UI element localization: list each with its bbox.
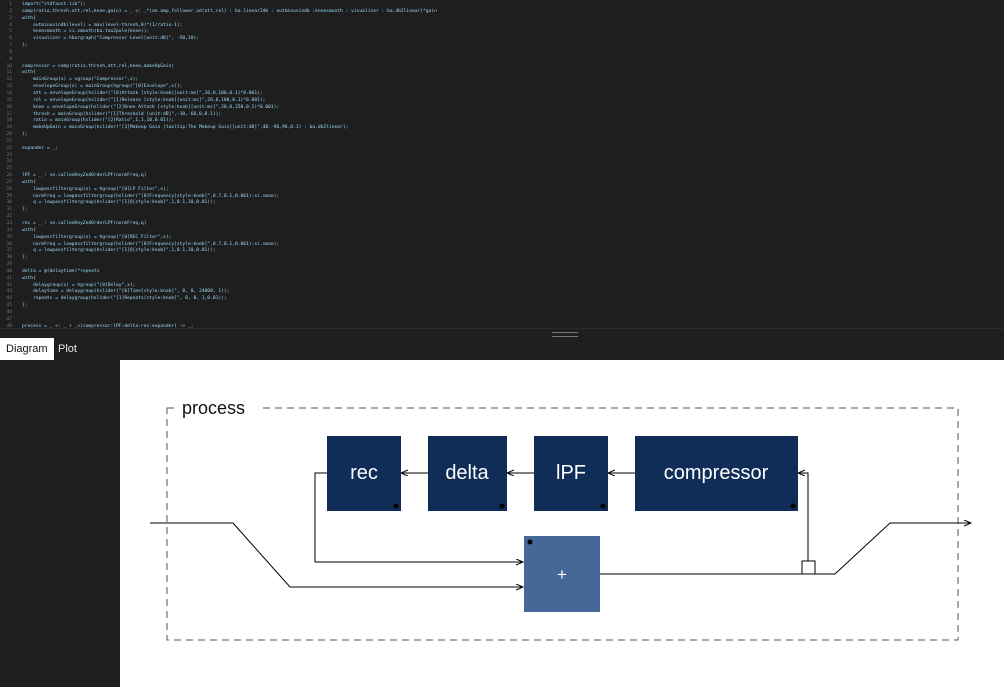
line-number: 7 [9,43,12,49]
line-number: 45 [6,303,12,309]
block-compressor-dot [790,503,796,509]
code-line[interactable] [22,214,1004,221]
code-line[interactable]: outminusindb(level) = max(level-thresh,0… [22,23,1004,30]
line-number: 40 [6,268,12,274]
block-rec: rec [327,436,401,511]
code-line[interactable] [22,153,1004,160]
block-sum: + [524,536,600,612]
code-line[interactable] [22,139,1004,146]
block-rec-label: rec [350,462,378,484]
code-line[interactable]: import("stdfaust.lib"); [22,2,1004,9]
code-line[interactable]: delta = @(delaytime)*repeats [22,269,1004,276]
line-number: 8 [9,49,12,55]
code-line[interactable]: expander = _; [22,146,1004,153]
wire-into-compressor [798,473,809,570]
code-line[interactable]: with{ [22,228,1004,235]
code-line[interactable]: envelopeGroup(x) = mainGroup(hgroup("[0]… [22,84,1004,91]
line-number: 22 [6,145,12,151]
code-content[interactable]: import("stdfaust.lib"); comp(ratio,thresh… [22,2,1004,328]
code-line[interactable]: }; [22,255,1004,262]
code-line[interactable]: with{ [22,70,1004,77]
line-number: 34 [6,227,12,233]
line-number: 21 [6,138,12,144]
block-delta-label: delta [445,462,489,484]
code-line[interactable]: }; [22,132,1004,139]
block-rec-dot [393,503,399,509]
code-line[interactable]: compressor = comp(ratio,thresh,att,rel,k… [22,64,1004,71]
code-line[interactable] [22,317,1004,324]
code-line[interactable] [22,310,1004,317]
code-line[interactable] [22,50,1004,57]
code-line[interactable]: }; [22,43,1004,50]
code-line[interactable]: comp(ratio,thresh,att,rel,knee,gain) = _… [22,9,1004,16]
line-number: 32 [6,214,12,220]
code-line[interactable] [22,159,1004,166]
block-delta: delta [428,436,507,511]
block-sum-label: + [557,565,567,584]
code-line[interactable]: q = lowpassfiltergroup(hslider("[1]Q[sty… [22,200,1004,207]
code-line[interactable]: rel = envelopeGroup(hslider("[1]Release … [22,98,1004,105]
block-lpf-dot [600,503,606,509]
group-label: process [182,398,245,418]
code-line[interactable]: }; [22,207,1004,214]
block-lpf: lPF [534,436,608,511]
block-sum-dot [527,539,533,545]
line-number: 26 [6,173,12,179]
view-tabs: Diagram Plot [0,338,1004,360]
line-number: 20 [6,132,12,138]
code-line[interactable]: with{ [22,180,1004,187]
line-number: 16 [6,104,12,110]
block-delta-dot [499,503,505,509]
line-number: 14 [6,90,12,96]
block-lpf-label: lPF [556,462,586,484]
code-line[interactable]: lowpassfiltergroup(x) = hgroup("[0]REC F… [22,235,1004,242]
line-number: 33 [6,221,12,226]
wire-direct-to-sum [232,522,523,587]
wire-output [600,523,971,575]
code-line[interactable]: repeats = delaygroup(hslider("[1]Repeats… [22,296,1004,303]
code-line[interactable]: visualizer = hbargraph("Compressor Level… [22,36,1004,43]
code-line[interactable]: with{ [22,276,1004,283]
code-editor[interactable]: 1 2 3 4 5 6 7 8 9 10 11 12 13 14 15 16 17 18 19 20 21 22 23 24 2… [0,0,1004,328]
code-line[interactable] [22,57,1004,64]
line-number: 28 [6,186,12,192]
line-number: 46 [6,309,12,315]
line-number: 13 [6,84,12,90]
code-line[interactable] [22,262,1004,269]
code-line[interactable] [22,166,1004,173]
line-number: 9 [9,56,12,62]
code-line[interactable]: makeUpGain = mainGroup(hslider("[3]Makeu… [22,125,1004,132]
line-number: 2 [9,8,12,14]
tab-diagram[interactable]: Diagram [0,338,54,360]
line-number: 39 [6,262,12,268]
line-number: 15 [6,97,12,103]
diagram-canvas: process rec delta lPF compressor + [150,397,1004,641]
line-number: 3 [9,15,12,21]
split-point [801,560,816,575]
code-line[interactable]: lPF = _ : ve.sallenKey2ndOrderLPF(normFr… [22,173,1004,180]
code-line[interactable]: }; [22,303,1004,310]
splitter-grip-icon[interactable] [552,332,578,337]
code-line[interactable]: q = lowpassfiltergroup(hslider("[1]Q[sty… [22,248,1004,255]
code-line[interactable]: knee = envelopeGroup(hslider("[2]Knee At… [22,105,1004,112]
line-number: 27 [6,179,12,185]
code-line[interactable]: rec = _ : ve.sallenKey2ndOrderLPF(normFr… [22,221,1004,228]
line-number: 19 [6,125,12,131]
block-diagram: process rec delta lPF compressor + [120,360,1004,687]
line-number: 35 [6,234,12,240]
block-compressor: compressor [635,436,798,511]
line-number: 1 [9,2,12,7]
diagram-side-margin [0,360,120,687]
code-line[interactable]: with{ [22,16,1004,23]
code-line[interactable]: att = envelopeGroup(hslider("[0]Attack [… [22,91,1004,98]
block-compressor-label: compressor [664,462,769,484]
line-number: 47 [6,316,12,322]
tab-plot[interactable]: Plot [52,338,83,360]
code-line[interactable]: lowpassfiltergroup(x) = hgroup("[0]LP Fi… [22,187,1004,194]
line-number-gutter: 1 2 3 4 5 6 7 8 9 10 11 12 13 14 15 16 17 18 19 20 21 22 23 24 2… [0,2,12,328]
line-number: 41 [6,275,12,281]
